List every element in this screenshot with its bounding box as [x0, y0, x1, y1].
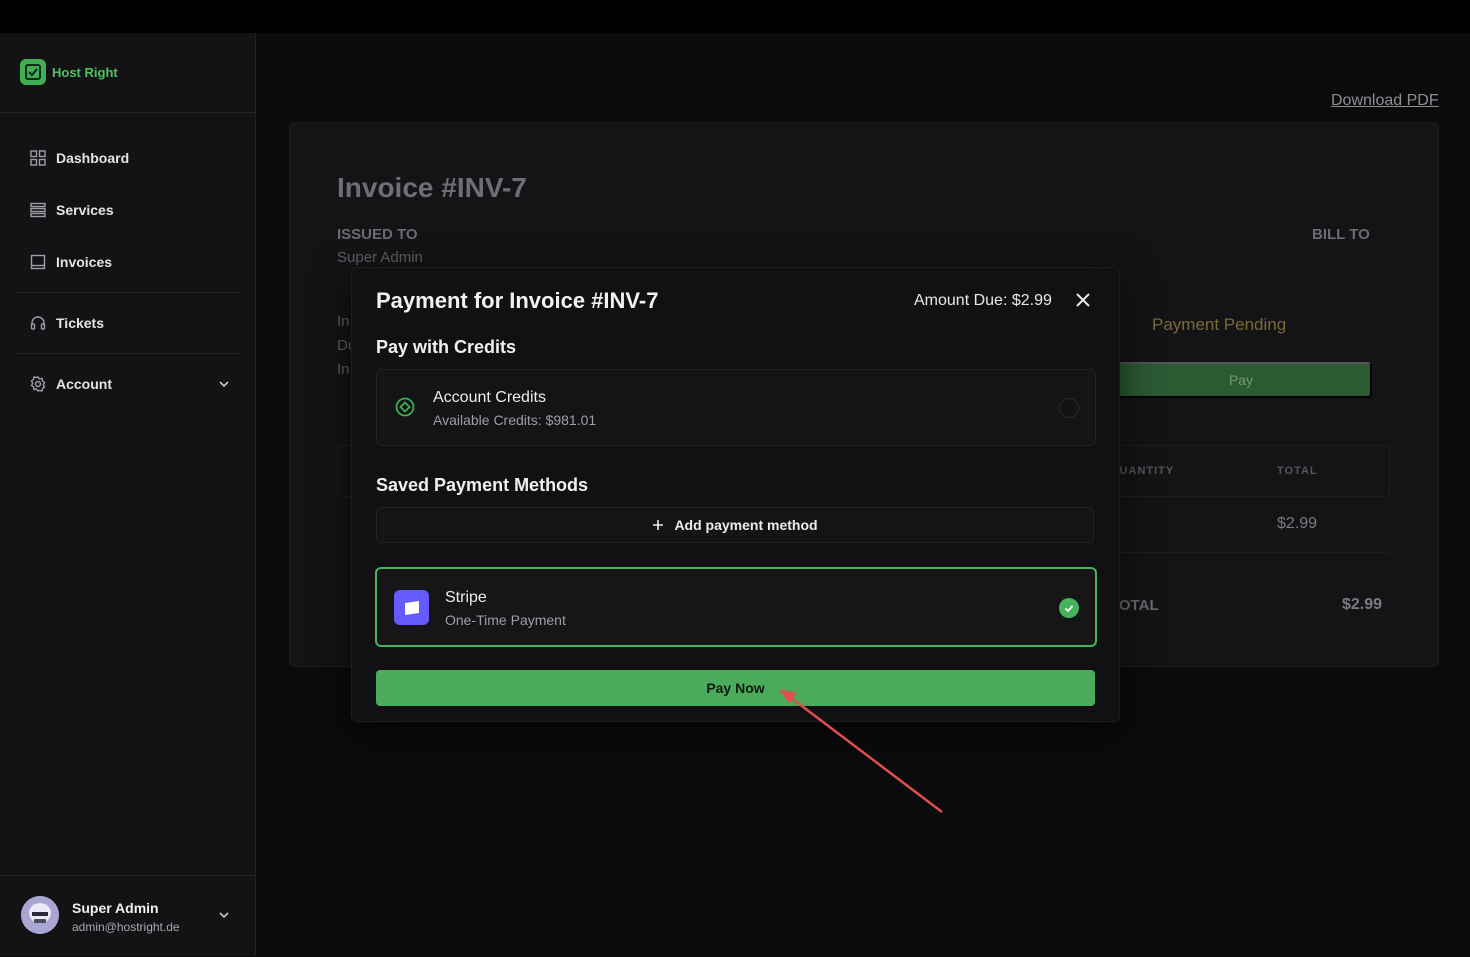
- sidebar-item-dashboard[interactable]: Dashboard: [30, 150, 230, 166]
- sidebar-item-label: Invoices: [56, 254, 113, 270]
- check-icon: [1059, 598, 1079, 618]
- credits-radio[interactable]: [1059, 398, 1079, 418]
- gear-icon: [30, 376, 46, 392]
- issued-to-label: ISSUED TO: [337, 226, 418, 243]
- page-title: Invoice #INV-7: [337, 172, 527, 203]
- chevron-down-icon[interactable]: [218, 378, 230, 390]
- sidebar-item-label: Tickets: [56, 315, 104, 331]
- sidebar: Host Right Dashboard Services Invoices T…: [0, 33, 256, 956]
- server-icon: [30, 202, 46, 218]
- brand-name: Host Right: [52, 64, 118, 80]
- bill-to-label: BILL TO: [1312, 226, 1370, 243]
- pay-now-button[interactable]: Pay Now: [376, 670, 1095, 706]
- user-email: admin@hostright.de: [72, 920, 180, 934]
- add-payment-method-button[interactable]: Add payment method: [376, 507, 1094, 543]
- stripe-logo-icon: [394, 590, 429, 625]
- sidebar-divider: [16, 292, 239, 293]
- user-menu[interactable]: Super Admin admin@hostright.de: [0, 875, 255, 957]
- payment-method-title: Stripe: [445, 589, 487, 606]
- sidebar-item-label: Services: [56, 202, 114, 218]
- invoice-detail-fragment: In: [337, 313, 350, 330]
- credits-available: Available Credits: $981.01: [433, 412, 597, 428]
- chevron-down-icon[interactable]: [218, 909, 230, 921]
- saved-methods-title: Saved Payment Methods: [376, 475, 589, 495]
- table-divider: [1110, 552, 1388, 553]
- download-pdf-link[interactable]: Download PDF: [1331, 92, 1439, 110]
- payment-modal: Payment for Invoice #INV-7 Amount Due: $…: [351, 267, 1120, 722]
- amount-due: Amount Due: $2.99: [914, 292, 1052, 309]
- close-icon[interactable]: [1074, 291, 1092, 309]
- payment-method-subtitle: One-Time Payment: [445, 612, 566, 628]
- credits-title: Account Credits: [433, 389, 546, 406]
- sidebar-item-invoices[interactable]: Invoices: [30, 254, 230, 270]
- grand-total-value: $2.99: [1342, 596, 1383, 613]
- sidebar-divider: [16, 353, 239, 354]
- user-name: Super Admin: [72, 900, 159, 916]
- plus-icon: [652, 519, 664, 531]
- table-row-total: $2.99: [1277, 515, 1318, 532]
- brand-logo-icon: [20, 59, 46, 85]
- modal-title: Payment for Invoice #INV-7: [376, 288, 659, 313]
- brand[interactable]: Host Right: [20, 59, 118, 85]
- receipt-icon: [30, 254, 46, 270]
- top-bar: [0, 0, 1470, 33]
- grid-icon: [30, 150, 46, 166]
- coin-icon: [395, 397, 415, 417]
- sidebar-item-label: Account: [56, 376, 112, 392]
- status-badge: Payment Pending: [1152, 315, 1287, 334]
- sidebar-item-services[interactable]: Services: [30, 202, 230, 218]
- sidebar-item-account[interactable]: Account: [30, 376, 230, 392]
- headset-icon: [30, 315, 46, 331]
- invoice-detail-fragment: In: [337, 361, 350, 378]
- pay-button[interactable]: Pay: [1110, 362, 1372, 398]
- sidebar-divider: [0, 112, 255, 113]
- credits-section-title: Pay with Credits: [376, 337, 517, 357]
- sidebar-item-label: Dashboard: [56, 150, 130, 166]
- issued-to-name: Super Admin: [337, 249, 423, 266]
- avatar: [21, 896, 59, 934]
- stripe-payment-option[interactable]: Stripe One-Time Payment: [375, 567, 1097, 647]
- add-payment-method-label: Add payment method: [674, 517, 818, 533]
- column-header-total: TOTAL: [1277, 465, 1318, 477]
- sidebar-item-tickets[interactable]: Tickets: [30, 315, 230, 331]
- account-credits-option[interactable]: Account Credits Available Credits: $981.…: [376, 369, 1096, 446]
